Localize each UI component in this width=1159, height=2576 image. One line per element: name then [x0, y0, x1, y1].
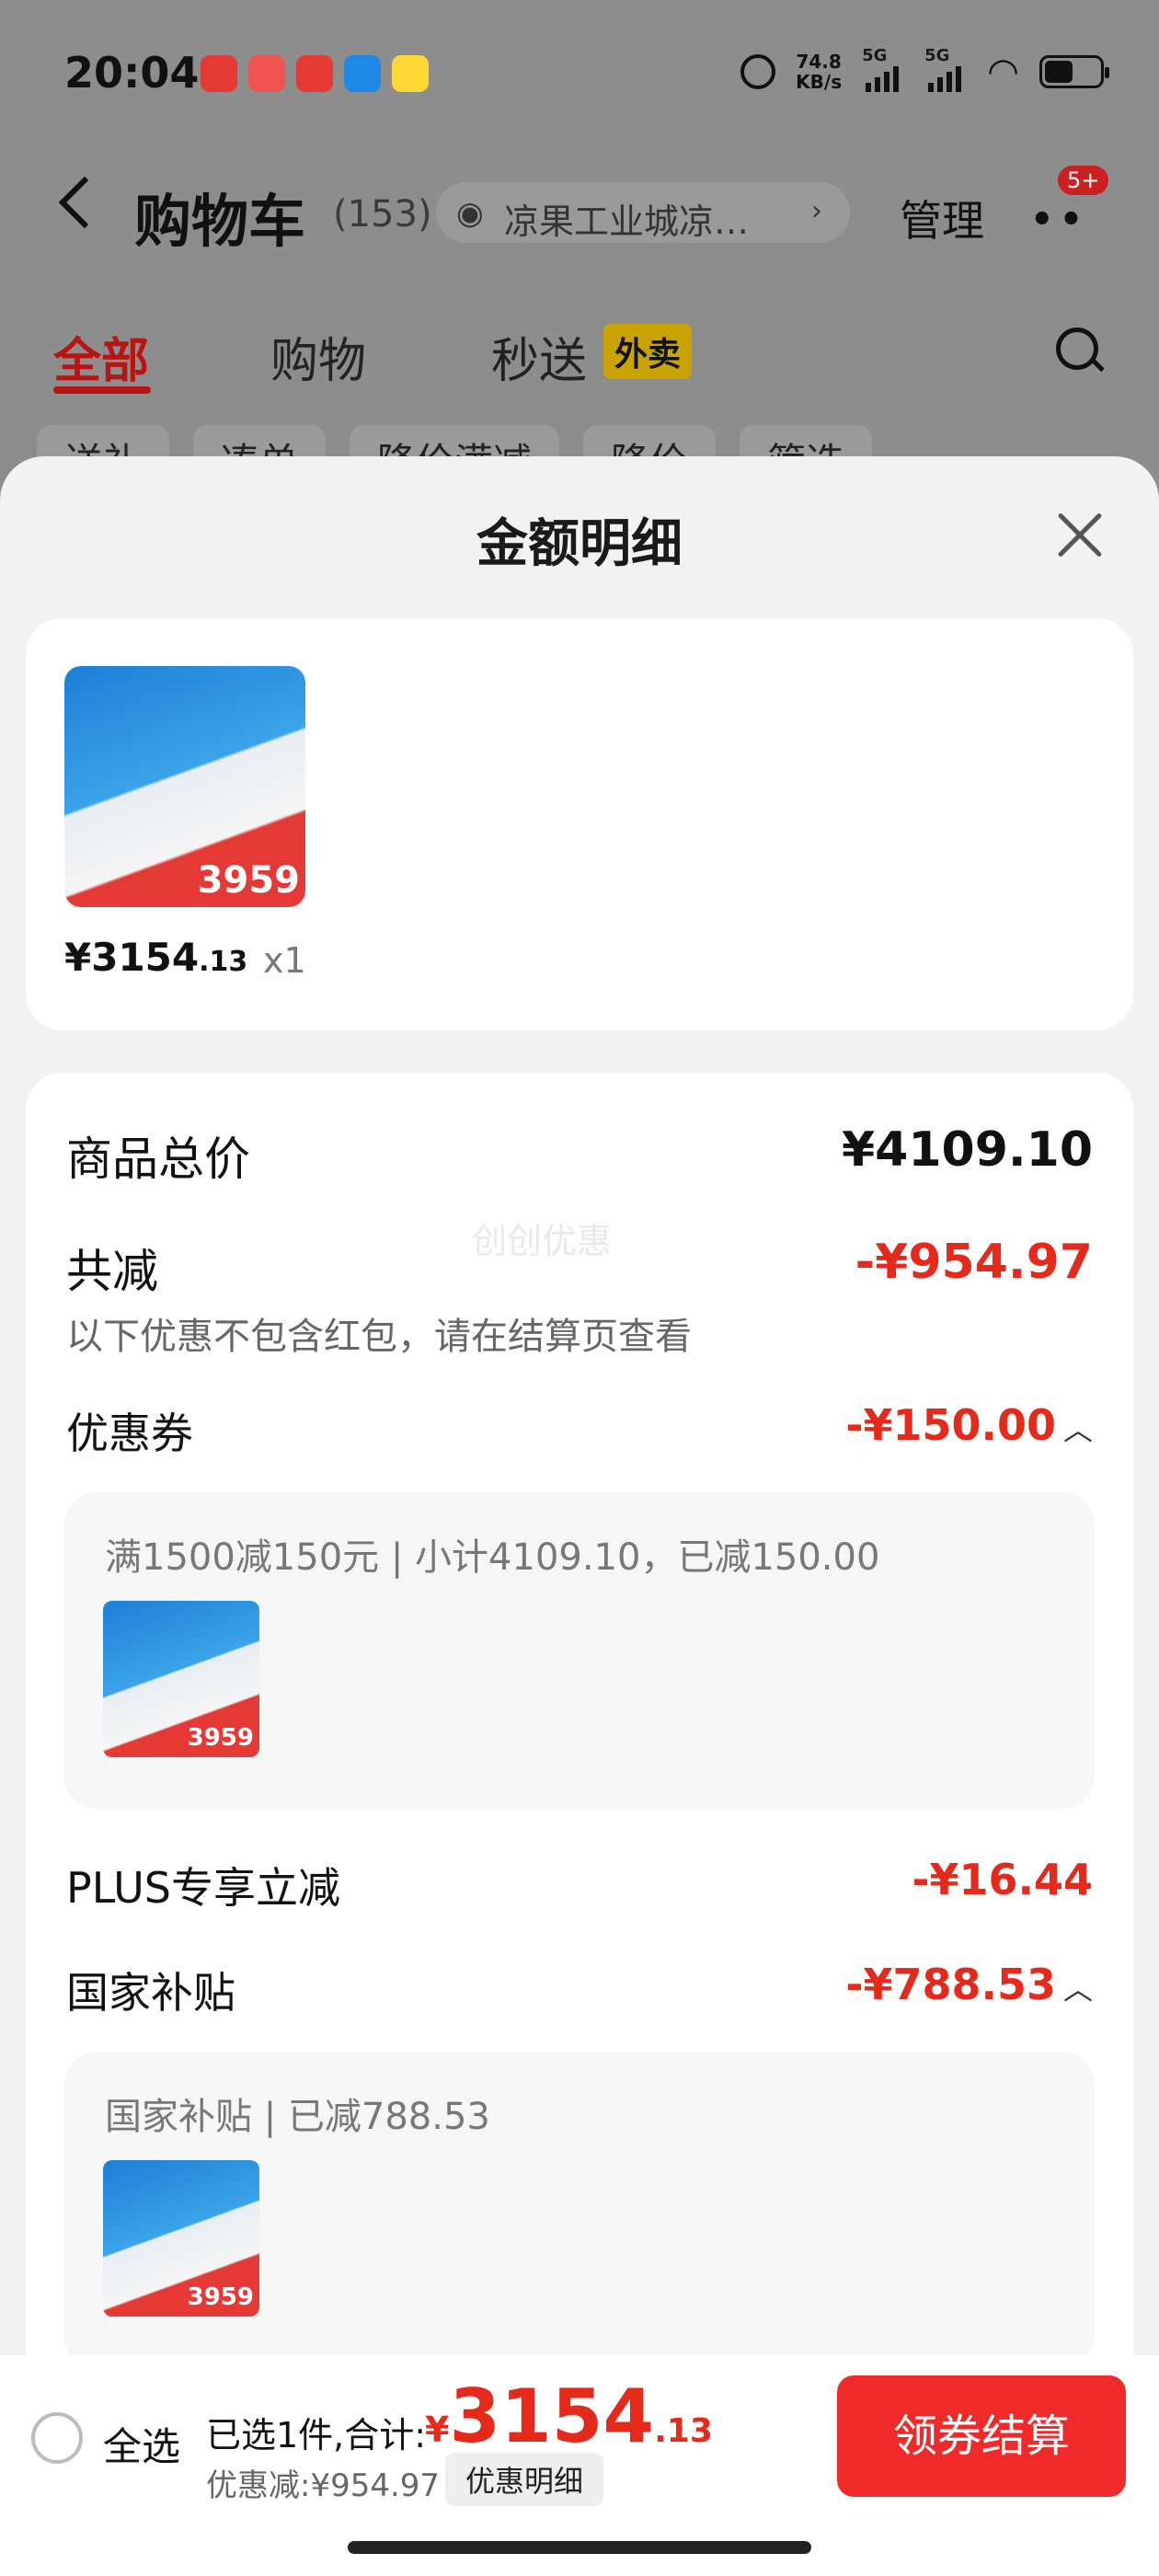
takeout-badge: 外卖 [603, 324, 693, 379]
more-icon[interactable]: •• [1030, 199, 1088, 241]
coupon-detail-box: 满1500减150元 | 小计4109.10，已减150.00 3959 [64, 1492, 1095, 1809]
row-coupon[interactable]: 优惠券 -¥150.00 ︿ [66, 1400, 1093, 1465]
eye-icon: ◉ [456, 195, 484, 232]
tab-seconds[interactable]: 秒送 [491, 322, 587, 391]
back-icon[interactable] [58, 176, 111, 229]
background-app: 20:04 74.8 KB/s 5G 5G ◠ 购物车 (153) ◉ 凉果工业… [0, 0, 1159, 489]
coupon-detail-text: 满1500减150元 | 小计4109.10，已减150.00 [105, 1536, 880, 1579]
subsidy-value[interactable]: -¥788.53 ︿ [845, 1960, 1093, 2009]
select-all-radio[interactable] [31, 2412, 83, 2464]
net-speed: 74.8 KB/s [796, 51, 843, 93]
selected-summary: 已选1件,合计: [206, 2415, 427, 2455]
subsidy-detail-text: 国家补贴 | 已减788.53 [105, 2096, 490, 2138]
sheet-title: 金额明细 [476, 514, 683, 574]
total-reduce-value: -¥954.97 [855, 1235, 1093, 1290]
price-breakdown-card: 创创优惠 商品总价 ¥4109.10 共减 -¥954.97 以下优惠不包含红包… [26, 1073, 1133, 2576]
discount-summary: 优惠减:¥954.97 [206, 2467, 441, 2504]
total-price-value: ¥4109.10 [841, 1122, 1093, 1178]
address-text: 凉果工业城凉… [504, 201, 750, 242]
row-national-subsidy[interactable]: 国家补贴 -¥788.53 ︿ [66, 1960, 1093, 2024]
signal-icon: 5G [924, 46, 967, 92]
coupon-value[interactable]: -¥150.00 ︿ [845, 1400, 1093, 1450]
chevron-right-icon: › [811, 195, 822, 227]
row-total-reduce: 共减 -¥954.97 [66, 1235, 1093, 1299]
status-app-icons [201, 55, 429, 92]
battery-icon [1039, 55, 1109, 88]
product-image-price: 3959 [197, 859, 300, 902]
meituan-icon [392, 55, 429, 92]
tab-underline [53, 386, 151, 394]
page-title: 购物车 [134, 188, 306, 255]
app-notification-icon [248, 55, 285, 92]
chevron-up-icon: ︿ [1062, 1412, 1093, 1447]
total-reduce-label: 共减 [66, 1245, 158, 1298]
status-indicators: 74.8 KB/s 5G 5G ◠ [740, 46, 1109, 93]
row-total-price: 商品总价 ¥4109.10 [66, 1122, 1093, 1187]
subsidy-detail-box: 国家补贴 | 已减788.53 3959 [64, 2052, 1095, 2368]
address-selector[interactable]: ◉ 凉果工业城凉… › [436, 182, 850, 243]
row-plus-discount: PLUS专享立减 -¥16.44 [66, 1855, 1093, 1919]
amount-detail-sheet: 金额明细 3959 ¥3154.13 x1 创创优惠 商品总价 ¥4109.10… [0, 456, 1159, 2576]
wifi-icon: ◠ [987, 51, 1019, 93]
discount-detail-button[interactable]: 优惠明细 [445, 2453, 604, 2506]
search-icon[interactable] [1056, 328, 1098, 370]
message-badge: 5+ [1058, 166, 1109, 195]
cart-tabs: 全部 购物 秒送 外卖 [0, 313, 1159, 396]
plus-discount-value: -¥16.44 [912, 1855, 1093, 1904]
product-image[interactable]: 3959 [64, 666, 305, 907]
product-card: 3959 ¥3154.13 x1 [26, 618, 1133, 1030]
select-all-label[interactable]: 全选 [103, 2416, 180, 2472]
status-time: 20:04 [64, 48, 200, 98]
total-price-label: 商品总价 [66, 1133, 250, 1186]
checkout-bar: 全选 已选1件,合计: ¥3154.13 优惠减:¥954.97 优惠明细 领券… [0, 2355, 1159, 2576]
checkout-button[interactable]: 领券结算 [837, 2375, 1126, 2497]
reduce-note: 以下优惠不包含红包，请在结算页查看 [66, 1316, 692, 1358]
tab-all[interactable]: 全部 [53, 322, 149, 391]
app-notification-icon [344, 55, 381, 92]
status-bar: 20:04 74.8 KB/s 5G 5G ◠ [0, 0, 1159, 147]
product-quantity: x1 [263, 940, 306, 981]
alarm-icon [740, 54, 776, 89]
home-indicator[interactable] [348, 2541, 811, 2554]
app-notification-icon [296, 55, 333, 92]
plus-discount-label: PLUS专享立减 [66, 1863, 340, 1913]
signal-icon: 5G [862, 46, 904, 92]
tab-shopping[interactable]: 购物 [270, 322, 366, 391]
coupon-label: 优惠券 [66, 1409, 193, 1458]
cart-count: (153) [333, 193, 432, 236]
close-icon[interactable] [1052, 508, 1107, 563]
total-amount: ¥3154.13 [425, 2374, 713, 2459]
product-thumbnail: 3959 [103, 2160, 259, 2317]
subsidy-label: 国家补贴 [66, 1968, 235, 2018]
chevron-up-icon: ︿ [1062, 1972, 1093, 2007]
product-price: ¥3154.13 [64, 935, 248, 980]
cart-header: 购物车 (153) ◉ 凉果工业城凉… › 管理 •• 5+ [0, 166, 1159, 267]
product-thumbnail: 3959 [103, 1601, 259, 1757]
manage-button[interactable]: 管理 [900, 188, 984, 248]
app-notification-icon [201, 55, 237, 92]
